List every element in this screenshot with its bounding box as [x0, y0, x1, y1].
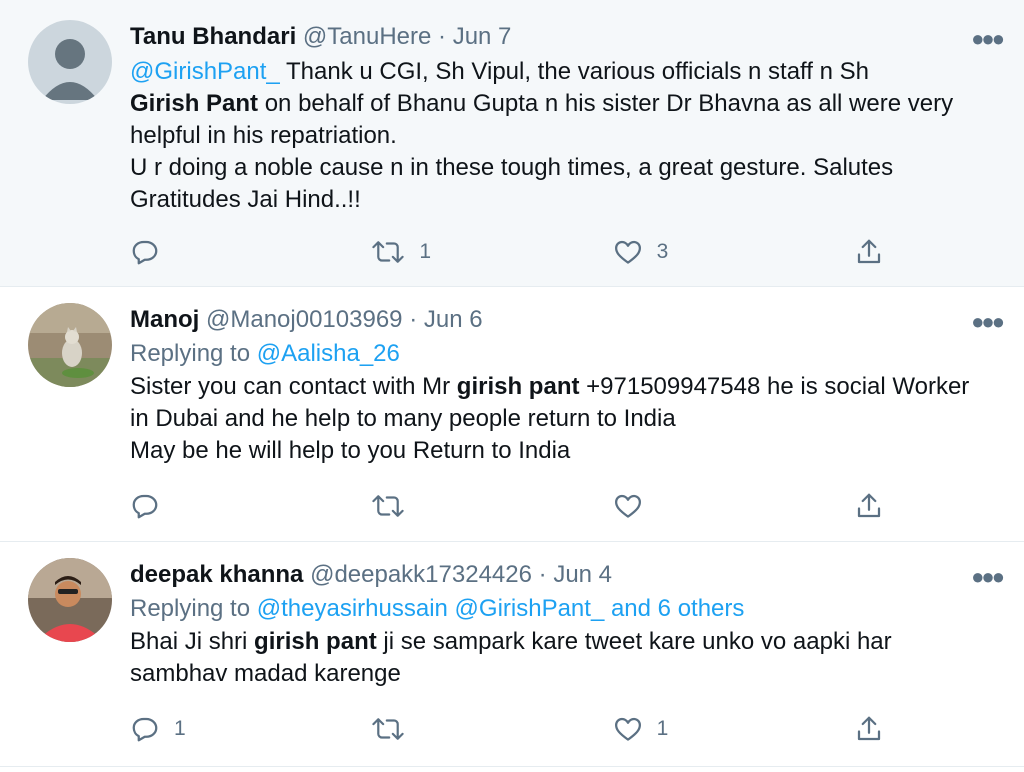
- tweet-text-part: Sister you can contact with Mr: [130, 373, 457, 400]
- more-dots-icon[interactable]: ●●●: [971, 309, 1005, 335]
- default-avatar-icon: [28, 20, 112, 104]
- replying-to-link[interactable]: @Aalisha_26: [257, 340, 400, 367]
- like-button[interactable]: [613, 491, 773, 521]
- tweet-text-paragraph: May be he will help to you Return to Ind…: [130, 437, 571, 464]
- tweet-text: @GirishPant_ Thank u CGI, Sh Vipul, the …: [130, 56, 984, 216]
- tweet-actions: 1 3: [130, 232, 884, 272]
- like-count: 3: [656, 240, 669, 263]
- tweet-date[interactable]: Jun 4: [553, 561, 612, 588]
- tweet-text-part: Bhai Ji shri: [130, 628, 255, 655]
- user-name[interactable]: deepak khanna: [130, 561, 303, 588]
- retweet-button[interactable]: [371, 491, 531, 521]
- avatar[interactable]: [28, 558, 112, 642]
- replying-to: Replying to @theyasirhussain @GirishPant…: [130, 592, 984, 626]
- heart-icon: [614, 717, 641, 741]
- reply-button[interactable]: 1: [130, 714, 290, 744]
- retweet-button[interactable]: [371, 714, 531, 744]
- tweet-text: Bhai Ji shri girish pant ji se sampark k…: [130, 626, 984, 690]
- replying-to-link[interactable]: @theyasirhussain @GirishPant_ and 6 othe…: [257, 595, 745, 622]
- tweet-text-bold: girish pant: [456, 373, 580, 400]
- retweet-count: 1: [419, 240, 432, 263]
- separator: ·: [409, 306, 418, 333]
- user-name[interactable]: Tanu Bhandari: [130, 23, 296, 50]
- tweet-text-bold: girish pant: [254, 628, 377, 655]
- tweet-date[interactable]: Jun 6: [424, 306, 483, 333]
- user-handle[interactable]: @TanuHere: [303, 23, 431, 50]
- share-icon: [857, 716, 881, 741]
- reply-button[interactable]: [130, 491, 290, 521]
- retweet-icon: [372, 718, 404, 740]
- tweet-actions: 1 1: [130, 709, 884, 749]
- retweet-icon: [372, 495, 404, 517]
- profile-photo-avatar: [28, 558, 112, 642]
- cat-photo-avatar: [28, 303, 112, 387]
- mention-link[interactable]: @GirishPant_: [130, 58, 280, 85]
- replying-to: Replying to @Aalisha_26: [130, 337, 984, 371]
- tweet[interactable]: Tanu Bhandari @TanuHere · Jun 7 @GirishP…: [0, 0, 1024, 287]
- reply-icon: [132, 717, 158, 742]
- user-name[interactable]: Manoj: [130, 306, 199, 333]
- retweet-button[interactable]: 1: [371, 237, 531, 267]
- tweet[interactable]: deepak khanna @deepakk17324426 · Jun 4 R…: [0, 542, 1024, 767]
- tweet-date[interactable]: Jun 7: [453, 23, 512, 50]
- replying-prefix: Replying to: [130, 595, 257, 622]
- share-button[interactable]: [854, 237, 884, 267]
- retweet-icon: [372, 241, 404, 263]
- tweet-header: Tanu Bhandari @TanuHere · Jun 7: [130, 20, 984, 54]
- more-dots-icon[interactable]: ●●●: [971, 26, 1005, 52]
- tweet-text: Sister you can contact with Mr girish pa…: [130, 371, 984, 467]
- heart-icon: [614, 240, 641, 264]
- reply-icon: [132, 494, 158, 519]
- tweet-feed: Tanu Bhandari @TanuHere · Jun 7 @GirishP…: [0, 0, 1024, 767]
- avatar[interactable]: [28, 20, 112, 104]
- heart-icon: [614, 494, 641, 518]
- tweet[interactable]: Manoj @Manoj00103969 · Jun 6 Replying to…: [0, 287, 1024, 542]
- tweet-body: deepak khanna @deepakk17324426 · Jun 4 R…: [130, 558, 984, 690]
- like-button[interactable]: 3: [613, 237, 773, 267]
- like-count: 1: [656, 717, 669, 740]
- like-button[interactable]: 1: [613, 714, 773, 744]
- tweet-text-paragraph: U r doing a noble cause n in these tough…: [130, 154, 894, 213]
- reply-button[interactable]: [130, 237, 290, 267]
- tweet-body: Tanu Bhandari @TanuHere · Jun 7 @GirishP…: [130, 20, 984, 216]
- tweet-body: Manoj @Manoj00103969 · Jun 6 Replying to…: [130, 303, 984, 467]
- tweet-header: deepak khanna @deepakk17324426 · Jun 4: [130, 558, 984, 592]
- share-icon: [857, 493, 881, 518]
- user-handle[interactable]: @deepakk17324426: [310, 561, 532, 588]
- tweet-text-bold: Girish Pant: [130, 90, 259, 117]
- separator: ·: [538, 561, 547, 588]
- tweet-text-part: Thank u CGI, Sh Vipul, the various offic…: [279, 58, 869, 85]
- tweet-header: Manoj @Manoj00103969 · Jun 6: [130, 303, 984, 337]
- share-icon: [857, 239, 881, 264]
- share-button[interactable]: [854, 714, 884, 744]
- reply-count: 1: [174, 717, 186, 740]
- avatar[interactable]: [28, 303, 112, 387]
- share-button[interactable]: [854, 491, 884, 521]
- more-dots-icon[interactable]: ●●●: [971, 564, 1005, 590]
- separator: ·: [438, 23, 447, 50]
- tweet-actions: [130, 486, 884, 526]
- reply-icon: [132, 240, 158, 265]
- user-handle[interactable]: @Manoj00103969: [206, 306, 403, 333]
- replying-prefix: Replying to: [130, 340, 257, 367]
